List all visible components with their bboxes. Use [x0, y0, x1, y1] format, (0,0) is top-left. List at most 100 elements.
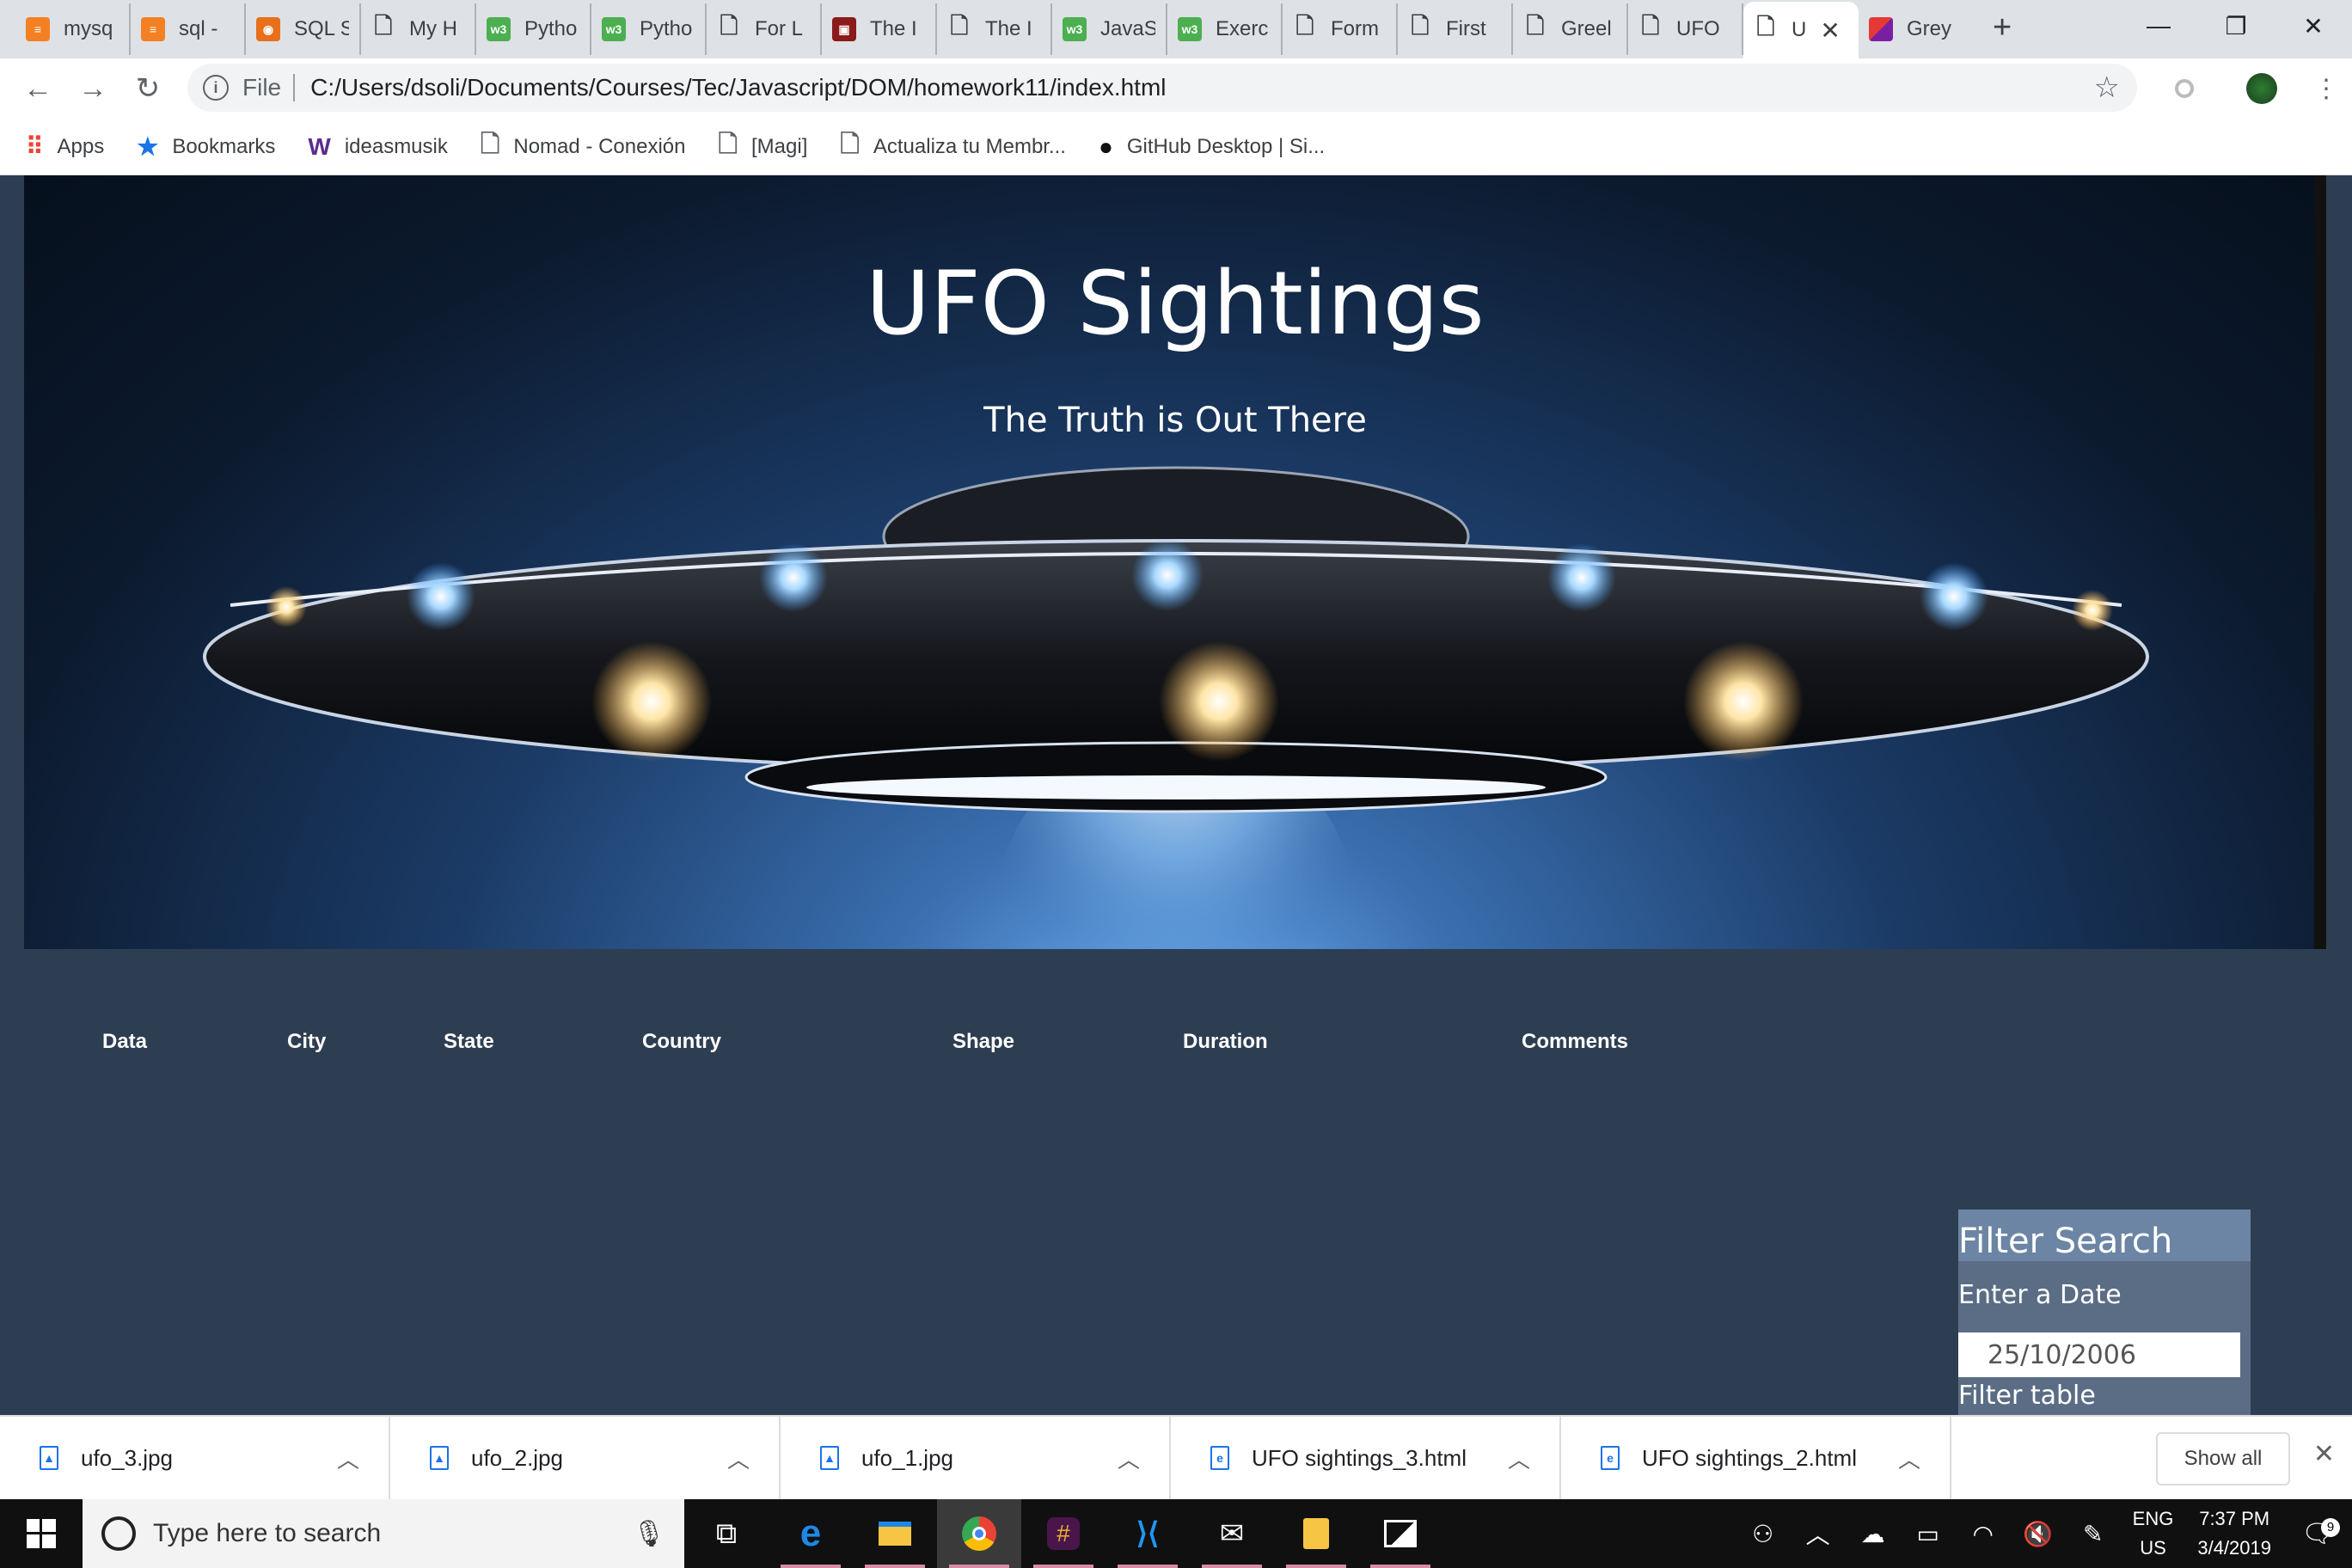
page-title: UFO Sightings — [866, 253, 1485, 355]
reload-button[interactable]: ↻ — [120, 71, 175, 106]
site-favicon-icon: ▣ — [832, 17, 856, 41]
chevron-up-icon[interactable]: ︿ — [1898, 1442, 1920, 1474]
tab-grey[interactable]: Grey — [1859, 3, 1974, 55]
tab-3[interactable]: 🗋 My H — [361, 3, 476, 55]
language-code: ENG — [2132, 1508, 2174, 1529]
people-icon[interactable]: ⚇ — [1736, 1520, 1791, 1548]
tab-1[interactable]: ≡ sql - — [131, 3, 246, 55]
w-logo-icon: W — [308, 132, 331, 160]
page-icon: 🗋 — [1641, 13, 1660, 39]
date-input[interactable] — [1958, 1332, 2240, 1377]
bookmarks-bar: ⠿ Apps ★ Bookmarks Wideasmusik 🗋 Nomad - Conex… — [0, 119, 2352, 175]
microphone-icon[interactable]: 🎙 — [633, 1519, 665, 1549]
bookmark-item[interactable]: 🗋 [Magi] — [718, 126, 807, 168]
chevron-up-icon[interactable]: ︿ — [1508, 1442, 1530, 1474]
bookmark-item[interactable]: ● GitHub Desktop | Si... — [1099, 133, 1325, 161]
tab-0[interactable]: ≡ mysq — [15, 3, 131, 55]
start-button[interactable] — [0, 1519, 83, 1548]
close-window-button[interactable]: ✕ — [2275, 0, 2352, 52]
page-icon: 🗋 — [374, 13, 393, 39]
star-icon: ★ — [137, 133, 159, 160]
hero-banner: UFO Sightings The Truth is Out There — [24, 175, 2326, 949]
bookmark-item[interactable]: Wideasmusik — [308, 133, 447, 161]
tab-title: Exerc — [1216, 17, 1269, 40]
chevron-up-icon[interactable]: ︿ — [1118, 1442, 1140, 1474]
menu-icon[interactable]: ⋮ — [2300, 74, 2352, 104]
bookmark-item[interactable]: ★ Bookmarks — [137, 132, 275, 161]
tab-6[interactable]: 🗋 For L — [707, 3, 822, 55]
tab-13[interactable]: 🗋 Greel — [1513, 3, 1628, 55]
language-indicator[interactable]: ENG US — [2121, 1504, 2186, 1563]
omnibox[interactable]: i File C:/Users/dsoli/Documents/Courses/… — [187, 64, 2137, 112]
tab-title: Pytho — [524, 17, 578, 40]
tab-5[interactable]: w3 Pytho — [591, 3, 707, 55]
tab-list: ≡ mysq ≡ sql - ◉ SQL S 🗋 My H w3 Pytho w3 Pytho 🗋 For… — [15, 3, 1743, 58]
back-button[interactable]: ← — [10, 72, 65, 106]
download-item[interactable]: e UFO sightings_3.html ︿ — [1171, 1417, 1561, 1499]
header-data: Data — [102, 1030, 148, 1053]
cortana-icon — [101, 1516, 136, 1551]
tab-2[interactable]: ◉ SQL S — [246, 3, 361, 55]
vscode-icon[interactable]: ⟩⟨ — [1106, 1499, 1190, 1568]
bookmark-item[interactable]: 🗋 Nomad - Conexión — [481, 126, 686, 168]
page-icon: 🗋 — [1756, 14, 1775, 40]
profile-avatar[interactable] — [2223, 73, 2300, 104]
password-manager-icon[interactable] — [1274, 1499, 1358, 1568]
tab-9[interactable]: w3 JavaS — [1052, 3, 1167, 55]
bookmark-item[interactable]: 🗋 Actualiza tu Membr... — [840, 126, 1066, 168]
task-view-icon[interactable]: ⧉ — [684, 1499, 769, 1568]
close-tab-icon[interactable]: ✕ — [1820, 16, 1840, 45]
tab-4[interactable]: w3 Pytho — [476, 3, 591, 55]
download-item[interactable]: ▲ ufo_1.jpg ︿ — [781, 1417, 1171, 1499]
download-item[interactable]: e UFO sightings_2.html ︿ — [1561, 1417, 1951, 1499]
header-comments: Comments — [1522, 1030, 1629, 1053]
chevron-up-icon[interactable]: ︿ — [727, 1442, 750, 1474]
tab-7[interactable]: ▣ The I — [822, 3, 937, 55]
download-item[interactable]: ▲ ufo_2.jpg ︿ — [390, 1417, 781, 1499]
minimize-button[interactable]: — — [2120, 0, 2197, 52]
new-tab-button[interactable]: + — [1974, 9, 2030, 46]
edge-icon[interactable]: e — [769, 1499, 853, 1568]
close-downloads-icon[interactable]: ✕ — [2313, 1439, 2335, 1469]
forward-button[interactable]: → — [65, 72, 120, 106]
chrome-icon[interactable] — [937, 1499, 1021, 1568]
wifi-icon[interactable]: ◠ — [1956, 1520, 2011, 1548]
slack-icon[interactable]: # — [1021, 1499, 1106, 1568]
tab-10[interactable]: w3 Exerc — [1167, 3, 1283, 55]
onedrive-icon[interactable]: ☁ — [1846, 1520, 1901, 1548]
pen-icon[interactable]: ✎ — [2066, 1520, 2121, 1548]
url-text[interactable]: C:/Users/dsoli/Documents/Courses/Tec/Jav… — [310, 74, 1166, 101]
extension-icon[interactable] — [2146, 79, 2223, 98]
restore-button[interactable]: ❐ — [2197, 0, 2275, 52]
tab-12[interactable]: 🗋 First — [1398, 3, 1513, 55]
battery-icon[interactable]: ▭ — [1901, 1520, 1956, 1548]
notifications-icon[interactable]: 🗨 9 — [2283, 1517, 2352, 1549]
header-duration: Duration — [1183, 1030, 1268, 1053]
show-hidden-icons[interactable]: ︿ — [1791, 1516, 1846, 1551]
show-all-button[interactable]: Show all — [2156, 1432, 2290, 1485]
clock-date: 3/4/2019 — [2197, 1537, 2271, 1559]
clock[interactable]: 7:37 PM 3/4/2019 — [2185, 1504, 2283, 1563]
bookmark-star-icon[interactable]: ☆ — [2094, 70, 2120, 105]
image-file-icon: ▲ — [40, 1446, 58, 1470]
info-icon[interactable]: i — [203, 75, 229, 101]
tab-11[interactable]: 🗋 Form — [1283, 3, 1398, 55]
tab-14[interactable]: 🗋 UFO — [1628, 3, 1743, 55]
tab-active[interactable]: 🗋 U ✕ — [1743, 2, 1859, 58]
filter-button[interactable]: Filter table — [1958, 1381, 2251, 1411]
volume-muted-icon[interactable]: 🔇 — [2011, 1520, 2066, 1548]
tab-title: My H — [409, 17, 457, 40]
tab-8[interactable]: 🗋 The I — [937, 3, 1052, 55]
taskbar-search[interactable]: Type here to search 🎙 — [83, 1499, 684, 1568]
file-explorer-icon[interactable] — [853, 1499, 937, 1568]
header-state: State — [444, 1030, 494, 1053]
page-icon: 🗋 — [1526, 13, 1545, 39]
tab-title: SQL S — [294, 17, 349, 40]
bookmark-label: [Magi] — [751, 134, 808, 158]
download-item[interactable]: ▲ ufo_3.jpg ︿ — [0, 1417, 390, 1499]
mail-icon[interactable]: ✉ — [1190, 1499, 1274, 1568]
chevron-up-icon[interactable]: ︿ — [337, 1442, 359, 1474]
page-icon: 🗋 — [480, 130, 500, 157]
bookmark-item[interactable]: ⠿ Apps — [26, 132, 104, 161]
photos-icon[interactable] — [1358, 1499, 1442, 1568]
